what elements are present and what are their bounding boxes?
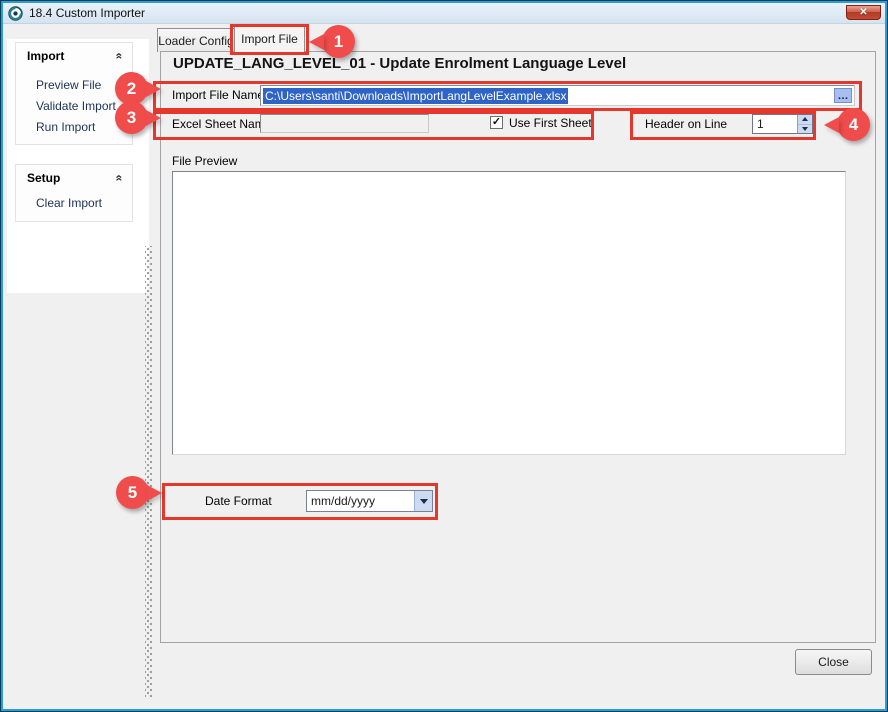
date-format-dropdown[interactable]: mm/dd/yyyy (306, 490, 433, 512)
sidebar-group-setup-items: Clear Import (16, 190, 132, 214)
import-file-name-label: Import File Name (172, 88, 264, 102)
collapse-chevron-icon: « (113, 52, 127, 59)
callout-tail-icon (146, 81, 161, 97)
excel-sheet-name-input[interactable] (260, 114, 429, 133)
window-title: 18.4 Custom Importer (29, 6, 145, 20)
callout-number: 4 (837, 108, 870, 141)
tab-loader-config[interactable]: Loader Config (157, 28, 235, 52)
titlebar: 18.4 Custom Importer ✕ (3, 3, 885, 24)
sidebar-group-setup-header[interactable]: Setup « (16, 165, 132, 190)
close-button[interactable]: Close (795, 649, 872, 675)
callout-number: 3 (115, 101, 148, 134)
tab-import-file-label: Import File (241, 32, 298, 46)
tab-import-file[interactable]: Import File (234, 25, 305, 52)
sidebar-splitter-handle[interactable] (145, 246, 152, 698)
sidebar-item-clear-import[interactable]: Clear Import (16, 193, 132, 214)
sidebar-group-import-header[interactable]: Import « (16, 43, 132, 68)
window-chrome: 18.4 Custom Importer ✕ Import « Preview … (1, 1, 887, 711)
dialog-body: Import « Preview File Validate Import Ru… (3, 24, 885, 709)
spinner-up-button[interactable] (798, 115, 812, 124)
date-format-label: Date Format (205, 494, 272, 508)
window-close-button[interactable]: ✕ (846, 5, 881, 20)
file-preview-label: File Preview (172, 154, 237, 168)
checkmark-icon: ✓ (492, 116, 501, 128)
spinner-down-button[interactable] (798, 124, 812, 134)
callout-number: 1 (322, 25, 355, 58)
callout-number: 5 (116, 476, 149, 509)
close-button-label: Close (818, 655, 849, 669)
use-first-sheet-label[interactable]: Use First Sheet (509, 116, 592, 130)
sidebar-group-import-title: Import (27, 49, 64, 63)
down-arrow-icon (802, 127, 808, 131)
dropdown-button[interactable] (414, 491, 432, 511)
callout-balloon-5: 5 (116, 476, 162, 509)
file-preview-area (172, 171, 846, 455)
chevron-down-icon (420, 499, 428, 504)
sidebar-group-setup: Setup « Clear Import (15, 164, 133, 222)
excel-sheet-name-label: Excel Sheet Name (172, 117, 271, 131)
header-on-line-label: Header on Line (645, 117, 727, 131)
up-arrow-icon (802, 117, 808, 121)
page-title: UPDATE_LANG_LEVEL_01 - Update Enrolment … (173, 55, 626, 72)
import-file-name-value: C:\Users\santi\Downloads\ImportLangLevel… (263, 88, 568, 104)
header-on-line-value: 1 (753, 115, 797, 133)
browse-button[interactable]: … (834, 88, 852, 103)
callout-tail-icon (309, 34, 324, 50)
ellipsis-icon: … (838, 91, 849, 101)
import-file-name-input[interactable]: C:\Users\santi\Downloads\ImportLangLevel… (260, 85, 855, 106)
collapse-chevron-icon: « (113, 174, 127, 181)
callout-balloon-1: 1 (309, 25, 355, 58)
callout-balloon-3: 3 (115, 101, 161, 134)
app-icon (8, 6, 23, 21)
callout-tail-icon (146, 110, 161, 126)
tab-loader-config-label: Loader Config (158, 34, 233, 48)
sidebar-group-setup-title: Setup (27, 171, 60, 185)
use-first-sheet-checkbox[interactable]: ✓ (490, 116, 503, 129)
spinner-buttons (797, 115, 812, 133)
close-icon: ✕ (859, 7, 867, 18)
app-window: 18.4 Custom Importer ✕ Import « Preview … (0, 0, 888, 712)
callout-tail-icon (147, 485, 162, 501)
callout-balloon-4: 4 (824, 108, 870, 141)
header-on-line-spinner[interactable]: 1 (752, 114, 813, 134)
date-format-value: mm/dd/yyyy (307, 491, 414, 511)
callout-tail-icon (824, 117, 839, 133)
